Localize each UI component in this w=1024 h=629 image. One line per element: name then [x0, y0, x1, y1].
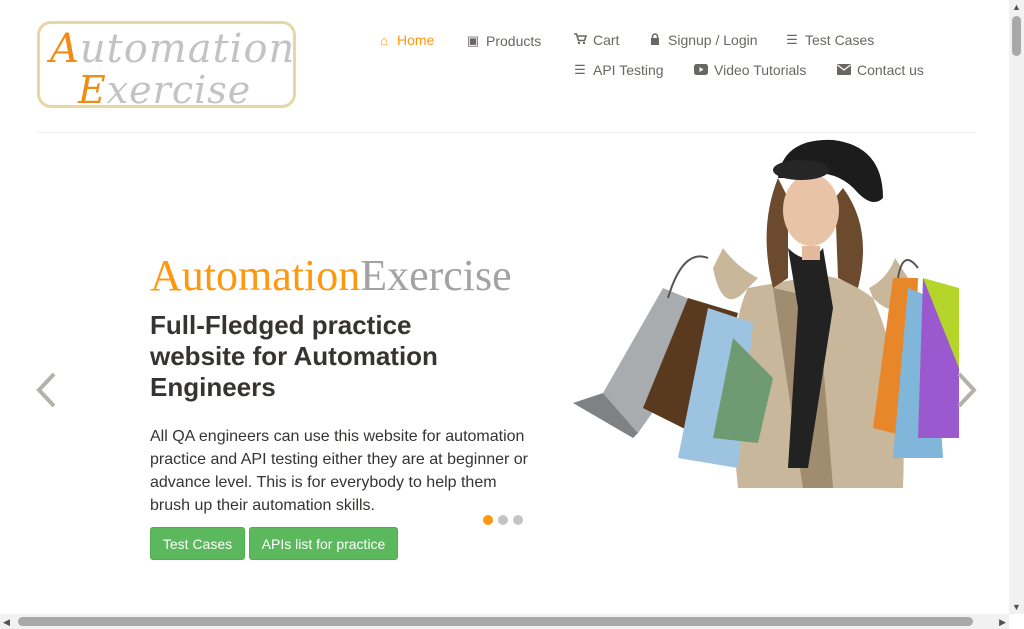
slider-headline: Full-Fledged practice website for Automa… — [150, 310, 438, 402]
lock-icon — [648, 32, 662, 48]
site-logo[interactable]: Automation Exercise — [37, 21, 296, 112]
test-cases-button[interactable]: Test Cases — [150, 527, 245, 560]
nav-video-tutorials[interactable]: Video Tutorials — [694, 62, 806, 78]
slider-description: All QA engineers can use this website fo… — [150, 428, 529, 514]
vertical-scrollbar[interactable]: ▲ ▼ — [1009, 0, 1024, 614]
nav-contact-us[interactable]: Contact us — [837, 62, 924, 78]
apis-list-button[interactable]: APIs list for practice — [249, 527, 398, 560]
nav-cart[interactable]: Cart — [573, 32, 619, 48]
slider-brand-title: AutomationExercise — [150, 251, 512, 300]
slider-dot-2[interactable] — [498, 515, 508, 525]
envelope-icon — [837, 63, 851, 78]
hero-shopping-girl-image — [573, 139, 959, 488]
scroll-down-arrow[interactable]: ▼ — [1012, 602, 1021, 612]
logo-line-2: Exercise — [78, 68, 252, 112]
youtube-icon — [694, 63, 708, 78]
vertical-scroll-thumb[interactable] — [1012, 16, 1021, 56]
briefcase-icon: ▣ — [466, 33, 480, 48]
scroll-right-arrow[interactable]: ▶ — [999, 617, 1006, 628]
nav-signup-login[interactable]: Signup / Login — [648, 32, 758, 48]
nav-api-testing[interactable]: ☰ API Testing — [573, 62, 663, 78]
slider-dot-3[interactable] — [513, 515, 523, 525]
list-icon: ☰ — [786, 32, 798, 47]
horizontal-scrollbar[interactable]: ◀ ▶ — [0, 614, 1009, 629]
slider-prev-arrow[interactable] — [34, 370, 58, 419]
slider-indicators — [483, 515, 523, 525]
scroll-left-arrow[interactable]: ◀ — [3, 617, 10, 628]
slider-next-arrow[interactable] — [955, 370, 979, 419]
nav-test-cases[interactable]: ☰ Test Cases — [785, 32, 874, 48]
nav-products[interactable]: ▣ Products — [466, 33, 541, 49]
cart-icon — [573, 32, 587, 48]
slider-dot-1[interactable] — [483, 515, 493, 525]
scroll-up-arrow[interactable]: ▲ — [1012, 2, 1021, 12]
nav-home[interactable]: ⌂ Home — [377, 32, 434, 48]
home-icon: ⌂ — [380, 32, 388, 48]
header-divider — [35, 132, 976, 133]
logo-line-1: Automation — [50, 26, 296, 72]
list-icon: ☰ — [574, 62, 586, 77]
horizontal-scroll-thumb[interactable] — [18, 617, 973, 626]
